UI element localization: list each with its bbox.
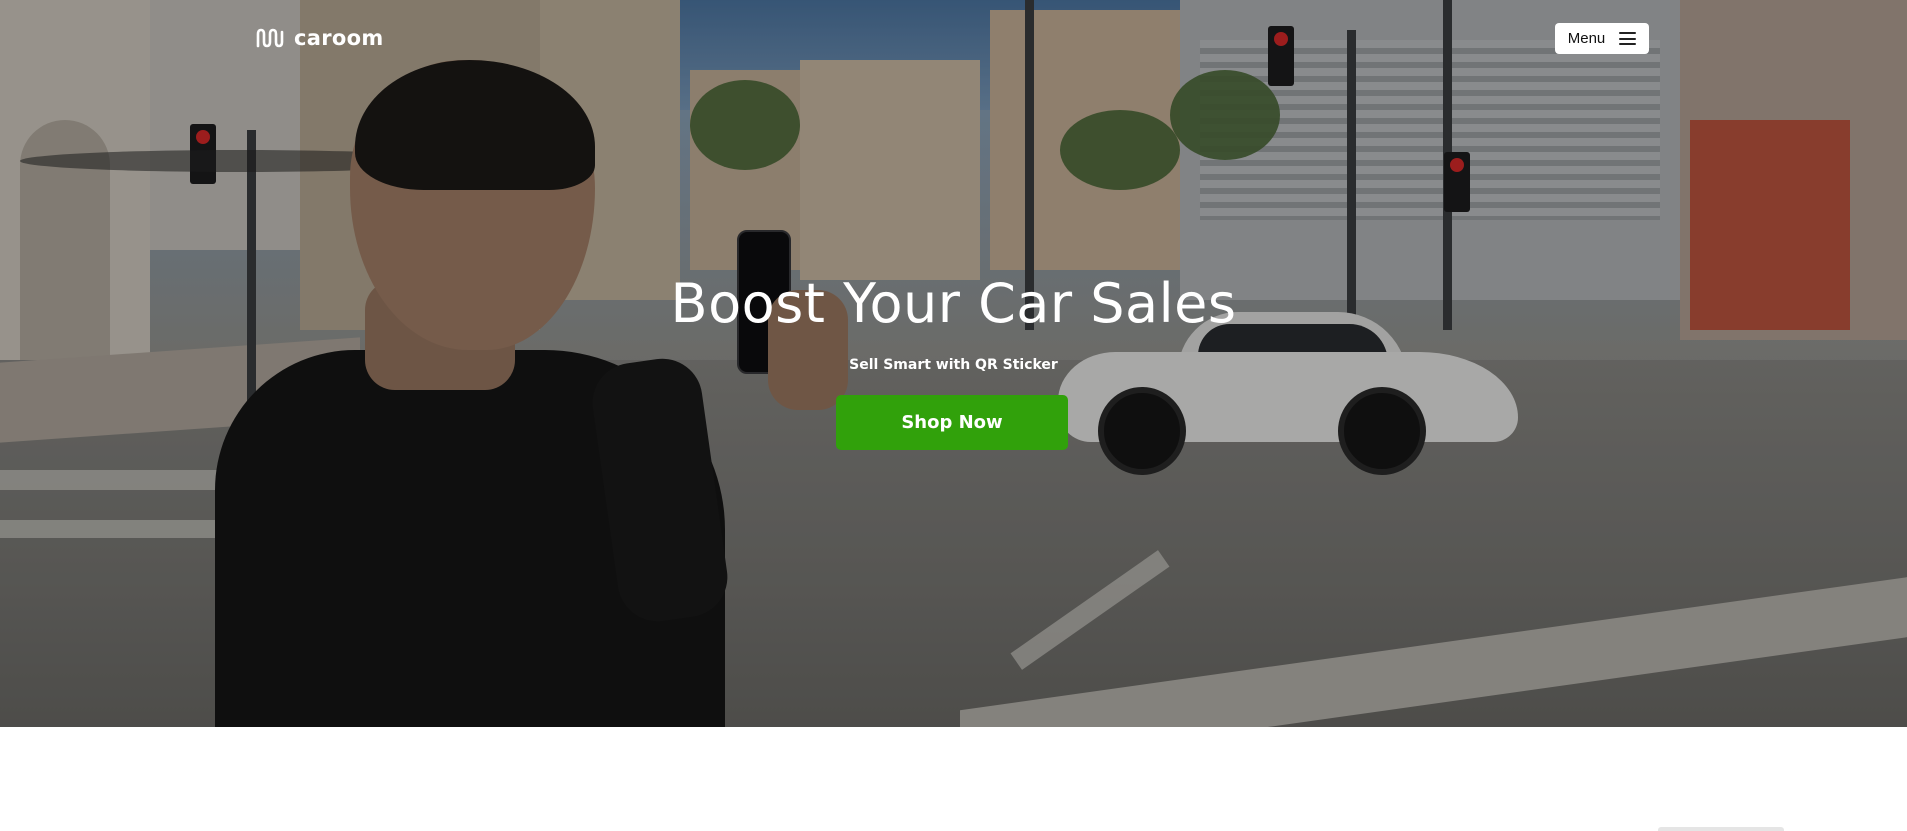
hero-section: caroom Menu Boost Your Car Sales Sell Sm… [0,0,1907,727]
caroom-logo-icon [256,28,284,48]
menu-button[interactable]: Menu [1555,23,1649,54]
caroom-logo[interactable]: caroom [256,26,384,50]
hero-title: Boost Your Car Sales [670,272,1237,335]
menu-label: Menu [1567,30,1606,47]
shop-now-button[interactable]: Shop Now [836,395,1068,450]
floating-widget-edge [1658,827,1784,831]
hero-subtitle: Sell Smart with QR Sticker [849,357,1058,373]
hamburger-icon [1619,32,1637,45]
logo-text: caroom [294,26,384,50]
